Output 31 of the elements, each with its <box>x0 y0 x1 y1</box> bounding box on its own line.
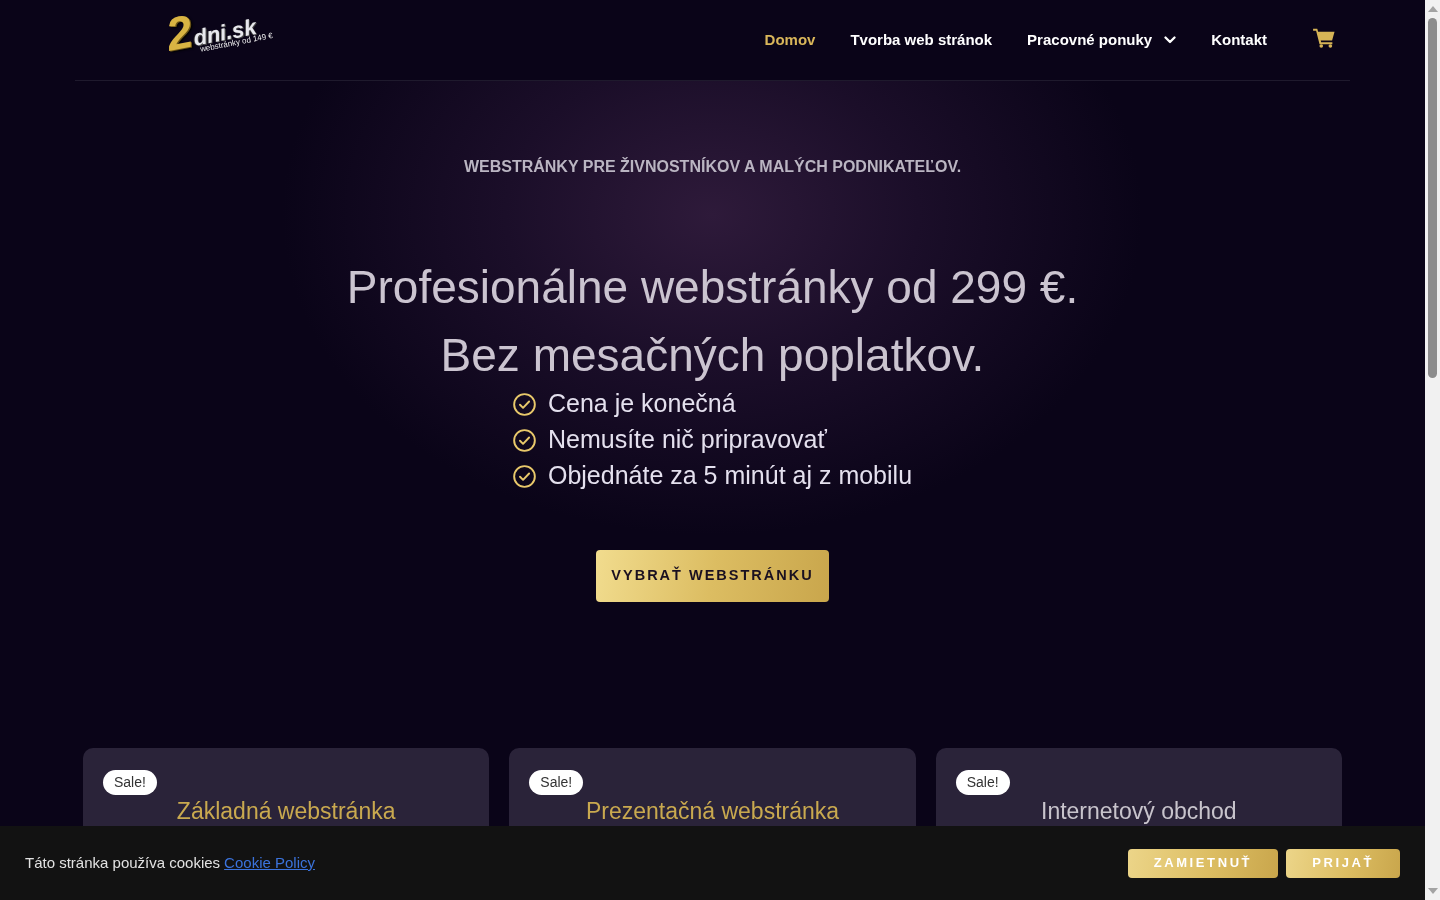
product-title[interactable]: Internetový obchod <box>955 797 1322 825</box>
cart-icon[interactable] <box>1313 28 1335 48</box>
product-card[interactable]: Sale! Internetový obchod <box>935 748 1342 826</box>
cookie-policy-link[interactable]: Cookie Policy <box>224 851 315 875</box>
scrollbar-thumb[interactable] <box>1428 18 1437 378</box>
benefit-text: Objednáte za 5 minút aj z mobilu <box>547 460 913 492</box>
chevron-down-icon[interactable] <box>1164 36 1177 44</box>
benefit-text: Nemusíte nič pripravovať <box>547 424 827 456</box>
product-title[interactable]: Prezentačná webstránka <box>529 797 896 825</box>
product-card[interactable]: Sale! Prezentačná webstránka <box>509 748 916 826</box>
sale-badge: Sale! <box>955 770 1010 795</box>
check-circle-icon <box>512 392 536 416</box>
sale-badge: Sale! <box>529 770 584 795</box>
scrollbar-track[interactable] <box>1425 0 1440 900</box>
hero-eyebrow: WEBSTRÁNKY PRE ŽIVNOSTNÍKOV A MALÝCH PODNIKATEĽOV. <box>462 157 963 177</box>
product-card[interactable]: Sale! Základná webstránka <box>83 748 490 826</box>
scroll-down-arrow-icon[interactable] <box>1427 888 1438 894</box>
nav-link[interactable]: Domov <box>764 28 816 52</box>
benefit-text: Cena je konečná <box>547 388 736 420</box>
check-circle-icon <box>512 464 536 488</box>
check-circle-icon <box>512 428 536 452</box>
sale-badge: Sale! <box>103 770 157 795</box>
cookie-message: Táto stránka používa cookies <box>25 852 221 873</box>
hero-headline: Profesionálne webstránky od 299 €. <box>345 260 1080 315</box>
scroll-up-arrow-icon[interactable] <box>1427 6 1438 12</box>
product-title[interactable]: Základná webstránka <box>103 797 470 825</box>
nav-link[interactable]: Tvorba web stránok <box>850 28 993 52</box>
choose-website-button[interactable]: VYBRAŤ WEBSTRÁNKU <box>596 550 829 602</box>
hero-headline: Bez mesačných poplatkov. <box>439 328 986 383</box>
nav-link[interactable]: Pracovné ponuky <box>1027 28 1177 52</box>
nav-link[interactable]: Kontakt <box>1211 28 1267 52</box>
